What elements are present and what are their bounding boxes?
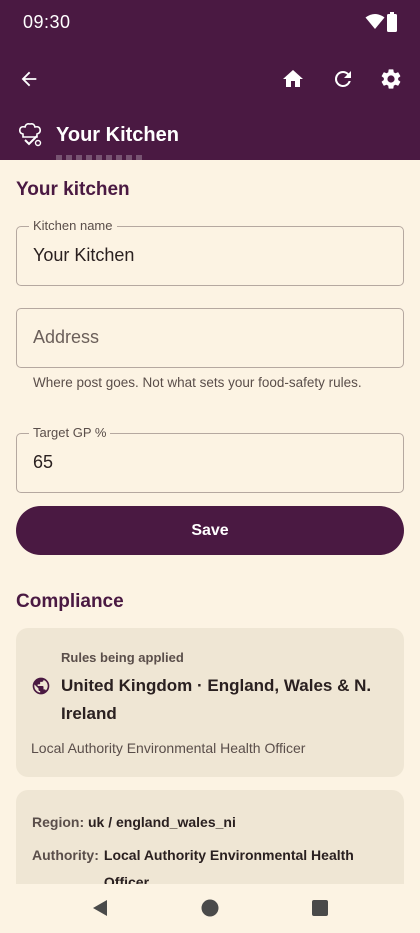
settings-content[interactable]: Your kitchen Kitchen name Your Kitchen A… [0,160,420,884]
title-row: Your Kitchen [16,118,179,152]
compliance-details-card: Region: uk / england_wales_ni Authority:… [16,790,404,884]
authority-detail-row: Authority: Local Authority Environmental… [32,842,374,884]
app-header: 09:30 Your Kitchen [0,0,420,160]
globe-icon [31,676,51,701]
settings-button[interactable] [374,62,408,96]
back-button[interactable] [12,62,46,96]
kitchen-name-value: Your Kitchen [33,245,135,265]
kitchen-name-field[interactable]: Kitchen name Your Kitchen [16,218,404,286]
authority-value: Local Authority Environmental Health Off… [103,847,354,884]
page-title: Your Kitchen [56,123,179,146]
chef-hat-check-icon [16,121,44,149]
kitchen-name-label: Kitchen name [29,218,117,233]
address-field[interactable]: Address [16,308,404,368]
gear-icon [381,69,401,89]
refresh-button[interactable] [326,62,360,96]
arrow-left-icon [21,71,37,87]
kitchen-section-heading: Your kitchen [16,179,130,200]
wifi-icon [365,13,385,36]
rules-region-value: United Kingdom · England, Wales & N. Ire… [61,676,372,723]
authority-key: Authority: [32,847,99,863]
target-gp-label: Target GP % [29,425,111,440]
home-icon [283,70,303,87]
status-time: 09:30 [23,12,71,32]
compliance-section-heading: Compliance [16,591,124,612]
region-detail-row: Region: uk / england_wales_ni [32,809,236,836]
refresh-icon [334,70,351,87]
region-key: Region: [32,814,85,830]
address-placeholder: Address [33,327,100,347]
rules-card: Rules being applied United Kingdom · Eng… [16,628,404,777]
address-helper-text: Where post goes. Not what sets your food… [33,375,362,390]
region-value: uk / england_wales_ni [88,814,236,830]
rules-authority: Local Authority Environmental Health Off… [31,740,306,756]
target-gp-field[interactable]: Target GP % 65 [16,425,404,493]
rules-label: Rules being applied [61,650,184,665]
system-nav-bar [0,884,420,933]
home-button[interactable] [276,62,310,96]
save-button[interactable]: Save [16,506,404,555]
target-gp-value: 65 [33,452,54,472]
battery-icon [387,12,397,37]
nav-back-icon[interactable] [91,898,109,923]
nav-home-icon[interactable] [201,898,219,923]
status-bar: 09:30 [0,0,420,44]
nav-recents-icon[interactable] [311,898,329,923]
